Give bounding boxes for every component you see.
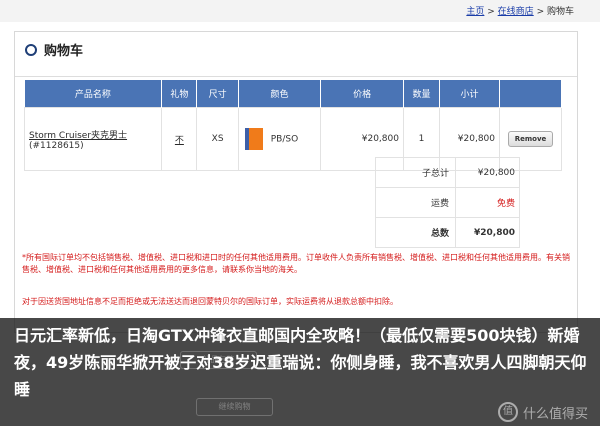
tax-notice: *所有国际订单均不包括销售税、增值税、进口税和进口时的任何其他适用费用。订单收件… — [22, 253, 570, 274]
col-header-price: 价格 — [320, 80, 404, 108]
col-header-action — [499, 80, 562, 108]
breadcrumb: 主页 > 在线商店 > 购物车 — [466, 4, 574, 17]
summary-row-subtotal: 子总计 ¥20,800 — [375, 157, 520, 188]
divider — [15, 76, 577, 77]
summary-row-shipping: 运费 免费 — [375, 187, 520, 218]
headline-caption: 日元汇率新低，日淘GTX冲锋衣直邮国内全攻略！（最低仅需要500块钱）新婚夜，4… — [14, 326, 587, 399]
product-cell: Storm Cruiser夹克男士 (#1128615) — [23, 107, 163, 171]
col-header-color: 颜色 — [238, 80, 322, 108]
return-notice: 对于因送货国地址信息不足而拒绝或无法送达而退回蒙特贝尔的国际订单，实际运费将从退… — [22, 297, 398, 306]
total-label: 总数 — [375, 217, 456, 248]
summary-row-total: 总数 ¥20,800 — [375, 217, 520, 248]
subtotal-label: 子总计 — [375, 157, 456, 188]
page-title-text: 购物车 — [44, 44, 84, 59]
remove-button[interactable]: Remove — [507, 131, 554, 147]
page-title: 购物车 — [25, 40, 83, 59]
shipping-label: 运费 — [375, 187, 456, 218]
product-name-link[interactable]: Storm Cruiser夹克男士 — [29, 128, 160, 141]
breadcrumb-store-link[interactable]: 在线商店 — [498, 7, 534, 17]
subtotal-value: ¥20,800 — [455, 157, 520, 188]
col-header-subtotal: 小计 — [439, 80, 500, 108]
color-cell: PB/SO — [237, 107, 322, 171]
top-bar: 主页 > 在线商店 > 购物车 — [0, 0, 600, 22]
color-swatch — [244, 128, 263, 150]
col-header-size: 尺寸 — [196, 80, 239, 108]
watermark-text: 什么值得买 — [522, 406, 588, 422]
table-header-row: 产品名称 礼物 尺寸 颜色 价格 数量 小计 — [24, 80, 562, 108]
bullet-icon — [25, 43, 37, 56]
size-cell: XS — [196, 107, 239, 171]
gift-value[interactable]: 不 — [175, 136, 184, 146]
breadcrumb-separator: > — [487, 7, 495, 17]
breadcrumb-home-link[interactable]: 主页 — [466, 7, 484, 17]
product-code: (#1128615) — [29, 140, 84, 151]
breadcrumb-separator: > — [536, 7, 545, 17]
order-summary: 子总计 ¥20,800 运费 免费 总数 ¥20,800 — [375, 157, 520, 248]
watermark: 值 什么值得买 — [497, 402, 588, 422]
col-header-gift: 礼物 — [161, 80, 198, 108]
breadcrumb-current: 购物车 — [546, 7, 574, 17]
col-header-qty: 数量 — [403, 80, 441, 108]
color-code: PB/SO — [270, 134, 299, 145]
gift-cell: 不 — [161, 107, 198, 171]
total-value: ¥20,800 — [455, 217, 520, 248]
smzdm-logo-icon: 值 — [497, 402, 518, 422]
shipping-value: 免费 — [455, 187, 520, 218]
col-header-product: 产品名称 — [24, 80, 163, 108]
